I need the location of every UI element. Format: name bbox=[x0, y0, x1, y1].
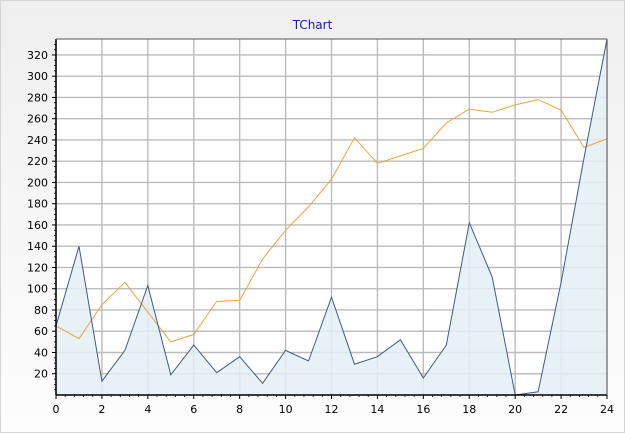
x-tick-label: 2 bbox=[98, 403, 105, 416]
y-tick-label: 260 bbox=[27, 113, 48, 126]
chart-panel: TChart 20 40 60 80 100 120 140 160 180 200 220 240 2… bbox=[0, 0, 625, 433]
y-tick-label: 280 bbox=[27, 91, 48, 104]
x-tick-label: 4 bbox=[144, 403, 151, 416]
y-tick-label: 160 bbox=[27, 219, 48, 232]
y-tick-label: 100 bbox=[27, 283, 48, 296]
x-tick-label: 20 bbox=[508, 403, 522, 416]
x-tick-label: 24 bbox=[600, 403, 614, 416]
x-tick-label: 6 bbox=[190, 403, 197, 416]
y-tick-label: 200 bbox=[27, 176, 48, 189]
y-tick-label: 180 bbox=[27, 198, 48, 211]
y-tick-label: 300 bbox=[27, 70, 48, 83]
y-tick-label: 240 bbox=[27, 134, 48, 147]
chart-plot: 2040608010012014016018020022024026028030… bbox=[27, 38, 614, 416]
x-tick-label: 22 bbox=[554, 403, 568, 416]
y-tick-label: 320 bbox=[27, 49, 48, 62]
y-tick-label: 120 bbox=[27, 261, 48, 274]
x-tick-label: 8 bbox=[236, 403, 243, 416]
x-tick-label: 16 bbox=[416, 403, 430, 416]
x-tick-label: 12 bbox=[325, 403, 339, 416]
x-tick-label: 0 bbox=[53, 403, 60, 416]
y-tick-label: 220 bbox=[27, 155, 48, 168]
x-tick-label: 14 bbox=[370, 403, 384, 416]
y-tick-label: 140 bbox=[27, 240, 48, 253]
x-tick-label: 18 bbox=[462, 403, 476, 416]
y-tick-label: 80 bbox=[34, 304, 48, 317]
y-tick-label: 20 bbox=[34, 368, 48, 381]
y-tick-label: 40 bbox=[34, 346, 48, 359]
y-tick-label: 60 bbox=[34, 325, 48, 338]
x-tick-label: 10 bbox=[279, 403, 293, 416]
